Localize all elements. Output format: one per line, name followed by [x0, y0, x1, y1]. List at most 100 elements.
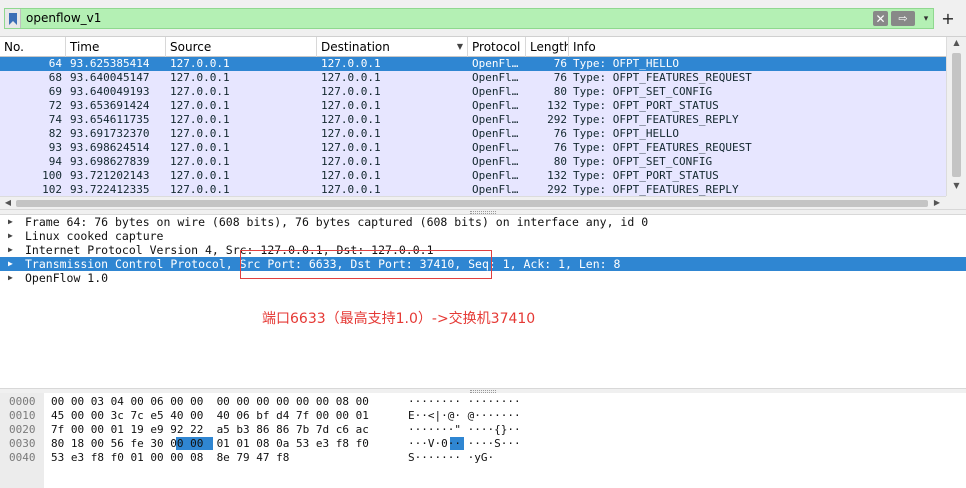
- packet-cell-dst: 127.0.0.1: [321, 155, 381, 168]
- add-filter-button-icon[interactable]: +: [938, 8, 958, 29]
- packet-row[interactable]: 102 93.722412335 127.0.0.1 127.0.0.1 OpenFl……: [0, 183, 946, 197]
- packet-cell-time: 93.722412335: [70, 183, 150, 196]
- column-header-destination[interactable]: Destination ▼: [317, 37, 468, 57]
- packet-cell-dst: 127.0.0.1: [321, 169, 381, 182]
- packet-cell-len: 80: [553, 155, 567, 168]
- hex-dump-offset: 0020: [9, 423, 36, 436]
- expand-arrow-icon[interactable]: ▶: [8, 229, 18, 243]
- hex-dump-ascii: ········ ········: [408, 395, 521, 408]
- hex-dump-hex: 7f 00 00 01 19 e9 92 22 a5 b3 86 86 7b 7…: [51, 423, 369, 436]
- expand-arrow-icon[interactable]: ▶: [8, 215, 18, 229]
- scrollbar-thumb[interactable]: [16, 200, 928, 207]
- packet-cell-info: Type: OFPT_SET_CONFIG: [573, 85, 713, 98]
- column-header-destination-label: Destination: [321, 40, 390, 54]
- scroll-up-icon[interactable]: ▲: [947, 38, 966, 52]
- packet-row[interactable]: 74 93.654611735 127.0.0.1 127.0.0.1 OpenFl… 2…: [0, 113, 946, 127]
- packet-cell-len: 292: [547, 113, 567, 126]
- packet-row[interactable]: 100 93.721202143 127.0.0.1 127.0.0.1 OpenFl……: [0, 169, 946, 183]
- packet-cell-dst: 127.0.0.1: [321, 99, 381, 112]
- packet-row[interactable]: 93 93.698624514 127.0.0.1 127.0.0.1 OpenFl… 7…: [0, 141, 946, 155]
- splitter-grip-icon: [470, 211, 496, 214]
- packet-cell-dst: 127.0.0.1: [321, 141, 381, 154]
- packet-cell-src: 127.0.0.1: [170, 155, 230, 168]
- clear-filter-icon[interactable]: ✕: [873, 11, 888, 26]
- detail-tree-item[interactable]: ▶ Frame 64: 76 bytes on wire (608 bits), …: [0, 215, 966, 229]
- packet-cell-info: Type: OFPT_FEATURES_REQUEST: [573, 71, 752, 84]
- hex-dump-offset: 0040: [9, 451, 36, 464]
- packet-row[interactable]: 72 93.653691424 127.0.0.1 127.0.0.1 OpenFl… 1…: [0, 99, 946, 113]
- packet-cell-proto: OpenFl…: [472, 141, 519, 154]
- display-filter-input[interactable]: openflow_v1: [21, 9, 873, 28]
- packet-cell-time: 93.698624514: [70, 141, 150, 154]
- detail-tree-label: OpenFlow 1.0: [25, 271, 109, 285]
- hex-dump-row[interactable]: 0010 45 00 00 3c 7c e5 40 00 40 06 bf d4 …: [0, 409, 966, 423]
- packet-cell-info: Type: OFPT_FEATURES_REQUEST: [573, 141, 752, 154]
- packet-cell-dst: 127.0.0.1: [321, 183, 381, 196]
- packet-row[interactable]: 68 93.640045147 127.0.0.1 127.0.0.1 OpenFl… 7…: [0, 71, 946, 85]
- packet-cell-time: 93.721202143: [70, 169, 150, 182]
- packet-cell-len: 76: [553, 57, 567, 70]
- packet-cell-no: 94: [48, 155, 62, 168]
- packet-row[interactable]: 64 93.625385414 127.0.0.1 127.0.0.1 OpenFl… 7…: [0, 57, 946, 71]
- packet-cell-time: 93.625385414: [70, 57, 150, 70]
- column-header-source[interactable]: Source: [166, 37, 317, 57]
- hex-dump-row[interactable]: 0000 00 00 03 04 00 06 00 00 00 00 00 00 …: [0, 395, 966, 409]
- packet-cell-no: 69: [48, 85, 62, 98]
- packet-row[interactable]: 94 93.698627839 127.0.0.1 127.0.0.1 OpenFl… 8…: [0, 155, 946, 169]
- packet-cell-info: Type: OFPT_SET_CONFIG: [573, 155, 713, 168]
- detail-tree-item[interactable]: ▶ Linux cooked capture: [0, 229, 966, 243]
- packet-row[interactable]: 69 93.640049193 127.0.0.1 127.0.0.1 OpenFl… 8…: [0, 85, 946, 99]
- packet-cell-no: 93: [48, 141, 62, 154]
- packet-cell-info: Type: OFPT_FEATURES_REPLY: [573, 113, 739, 126]
- display-filter-field[interactable]: openflow_v1 ✕ ⇨ ▾: [4, 8, 934, 29]
- packet-cell-len: 132: [547, 99, 567, 112]
- bookmark-icon[interactable]: [5, 9, 21, 28]
- packet-list-rows: 64 93.625385414 127.0.0.1 127.0.0.1 OpenFl… 7…: [0, 57, 946, 197]
- packet-list-vertical-scrollbar[interactable]: ▲ ▼: [946, 37, 966, 197]
- filter-history-dropdown-icon[interactable]: ▾: [919, 9, 933, 28]
- expand-arrow-icon[interactable]: ▶: [8, 257, 18, 271]
- packet-cell-src: 127.0.0.1: [170, 141, 230, 154]
- hex-dump-ascii: ·······" ····{}··: [408, 423, 521, 436]
- scroll-left-icon[interactable]: ◀: [1, 197, 15, 209]
- scrollbar-thumb[interactable]: [952, 53, 961, 177]
- packet-list-horizontal-scrollbar[interactable]: ◀ ▶: [0, 196, 946, 209]
- packet-cell-dst: 127.0.0.1: [321, 85, 381, 98]
- column-header-time[interactable]: Time: [66, 37, 166, 57]
- packet-cell-proto: OpenFl…: [472, 127, 519, 140]
- column-header-length[interactable]: Length: [526, 37, 569, 57]
- hex-dump-offset: 0000: [9, 395, 36, 408]
- packet-cell-time: 93.640049193: [70, 85, 150, 98]
- hex-dump-hex: 53 e3 f8 f0 01 00 00 08 8e 79 47 f8: [51, 451, 290, 464]
- packet-list: No. Time Source Destination ▼ Protocol L…: [0, 37, 966, 209]
- packet-list-header: No. Time Source Destination ▼ Protocol L…: [0, 37, 966, 57]
- hex-dump-row[interactable]: 0030 80 18 00 56 fe 30 00 00 01 01 08 0a …: [0, 437, 966, 451]
- packet-cell-len: 76: [553, 141, 567, 154]
- packet-cell-len: 80: [553, 85, 567, 98]
- column-header-protocol[interactable]: Protocol: [468, 37, 526, 57]
- packet-cell-time: 93.654611735: [70, 113, 150, 126]
- packet-row[interactable]: 82 93.691732370 127.0.0.1 127.0.0.1 OpenFl… 7…: [0, 127, 946, 141]
- apply-filter-icon[interactable]: ⇨: [891, 11, 915, 26]
- packet-cell-src: 127.0.0.1: [170, 169, 230, 182]
- packet-cell-time: 93.640045147: [70, 71, 150, 84]
- packet-cell-src: 127.0.0.1: [170, 127, 230, 140]
- packet-cell-no: 64: [48, 57, 62, 70]
- packet-cell-no: 72: [48, 99, 62, 112]
- scroll-down-icon[interactable]: ▼: [947, 181, 966, 195]
- annotation-note: 端口6633（最高支持1.0）->交换机37410: [262, 311, 536, 327]
- packet-cell-time: 93.691732370: [70, 127, 150, 140]
- expand-arrow-icon[interactable]: ▶: [8, 243, 18, 257]
- packet-cell-proto: OpenFl…: [472, 57, 519, 70]
- hex-dump-row[interactable]: 0020 7f 00 00 01 19 e9 92 22 a5 b3 86 86 …: [0, 423, 966, 437]
- column-header-no[interactable]: No.: [0, 37, 66, 57]
- packet-cell-src: 127.0.0.1: [170, 71, 230, 84]
- scroll-right-icon[interactable]: ▶: [930, 197, 944, 209]
- expand-arrow-icon[interactable]: ▶: [8, 271, 18, 285]
- hex-dump-hex: 80 18 00 56 fe 30 00 00 01 01 08 0a 53 e…: [51, 437, 369, 450]
- column-header-info[interactable]: Info: [569, 37, 946, 57]
- packet-cell-len: 292: [547, 183, 567, 196]
- packet-cell-no: 68: [48, 71, 62, 84]
- hex-dump-row[interactable]: 0040 53 e3 f8 f0 01 00 00 08 8e 79 47 f8 S…: [0, 451, 966, 465]
- packet-cell-info: Type: OFPT_PORT_STATUS: [573, 99, 719, 112]
